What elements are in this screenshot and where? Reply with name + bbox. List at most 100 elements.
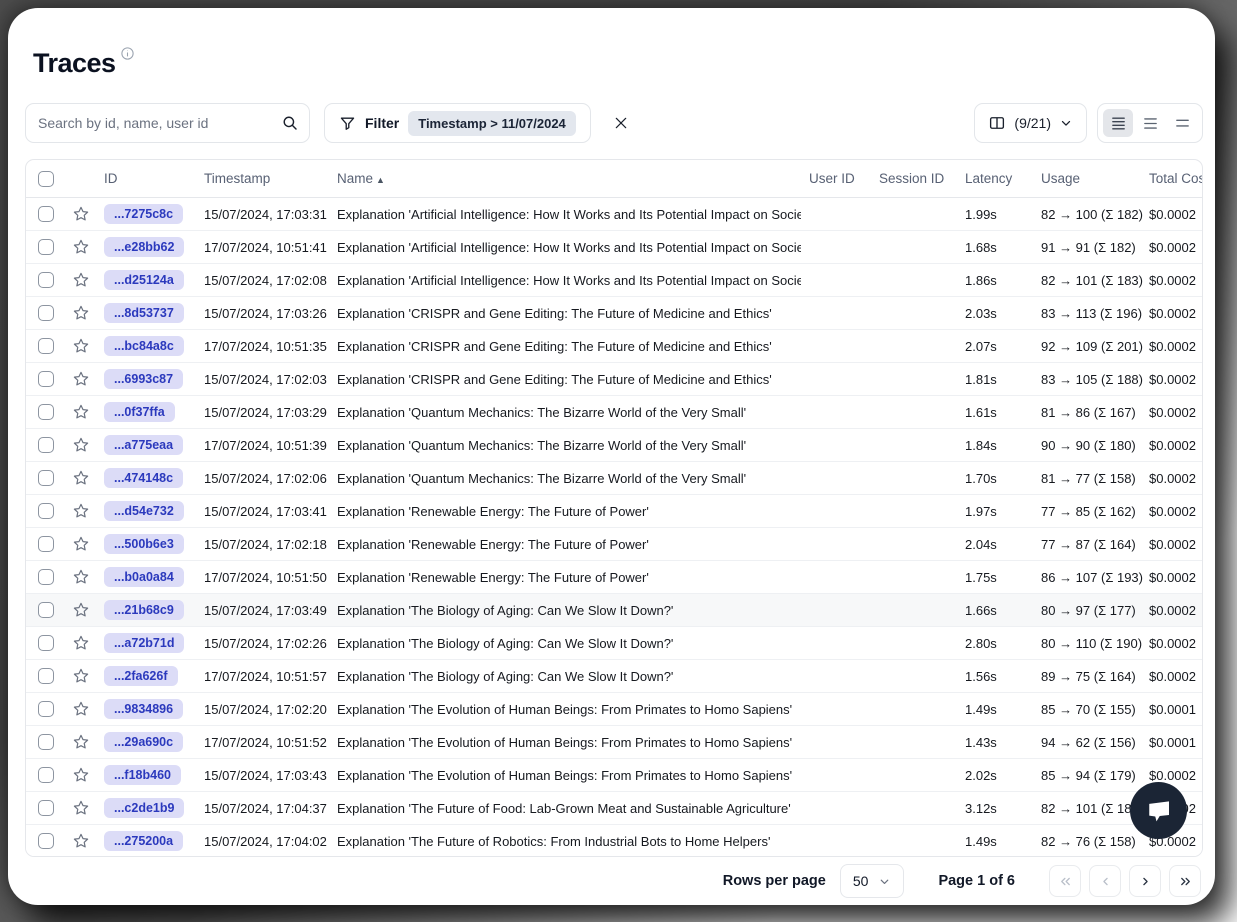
trace-id-badge[interactable]: ...8d53737 [104, 303, 184, 323]
chat-widget-button[interactable] [1130, 782, 1187, 839]
table-row[interactable]: ...c2de1b915/07/2024, 17:04:37Explanatio… [26, 792, 1202, 825]
row-checkbox[interactable] [38, 734, 54, 750]
select-all-checkbox[interactable] [38, 171, 54, 187]
column-header-latency[interactable]: Latency [957, 171, 1033, 186]
table-row[interactable]: ...983489615/07/2024, 17:02:20Explanatio… [26, 693, 1202, 726]
star-icon[interactable] [72, 700, 90, 718]
last-page-button[interactable] [1169, 865, 1201, 897]
table-row[interactable]: ...500b6e315/07/2024, 17:02:18Explanatio… [26, 528, 1202, 561]
trace-id-badge[interactable]: ...a775eaa [104, 435, 183, 455]
row-checkbox[interactable] [38, 767, 54, 783]
columns-visibility-button[interactable]: (9/21) [974, 103, 1087, 143]
first-page-button[interactable] [1049, 865, 1081, 897]
trace-id-badge[interactable]: ...275200a [104, 831, 183, 851]
filter-chip[interactable]: Timestamp > 11/07/2024 [408, 111, 576, 136]
table-row[interactable]: ...275200a15/07/2024, 17:04:02Explanatio… [26, 825, 1202, 857]
table-row[interactable]: ...8d5373715/07/2024, 17:03:26Explanatio… [26, 297, 1202, 330]
trace-id-badge[interactable]: ...21b68c9 [104, 600, 184, 620]
trace-id-badge[interactable]: ...6993c87 [104, 369, 183, 389]
search-icon[interactable] [281, 114, 299, 132]
row-checkbox[interactable] [38, 536, 54, 552]
column-header-timestamp[interactable]: Timestamp [196, 171, 331, 186]
star-icon[interactable] [72, 271, 90, 289]
column-header-user-id[interactable]: User ID [801, 171, 871, 186]
table-row[interactable]: ...f18b46015/07/2024, 17:03:43Explanatio… [26, 759, 1202, 792]
trace-id-badge[interactable]: ...c2de1b9 [104, 798, 184, 818]
star-icon[interactable] [72, 799, 90, 817]
row-height-medium-button[interactable] [1135, 109, 1165, 137]
row-checkbox[interactable] [38, 338, 54, 354]
star-icon[interactable] [72, 469, 90, 487]
row-checkbox[interactable] [38, 668, 54, 684]
star-icon[interactable] [72, 535, 90, 553]
row-checkbox[interactable] [38, 503, 54, 519]
filter-button[interactable]: Filter Timestamp > 11/07/2024 [324, 103, 591, 143]
trace-id-badge[interactable]: ...d54e732 [104, 501, 184, 521]
trace-id-badge[interactable]: ...0f37ffa [104, 402, 175, 422]
row-checkbox[interactable] [38, 239, 54, 255]
table-row[interactable]: ...21b68c915/07/2024, 17:03:49Explanatio… [26, 594, 1202, 627]
star-icon[interactable] [72, 733, 90, 751]
trace-id-badge[interactable]: ...f18b460 [104, 765, 181, 785]
table-row[interactable]: ...0f37ffa15/07/2024, 17:03:29Explanatio… [26, 396, 1202, 429]
column-header-name[interactable]: Name▲ [331, 171, 801, 186]
trace-id-badge[interactable]: ...b0a0a84 [104, 567, 184, 587]
trace-id-badge[interactable]: ...2fa626f [104, 666, 178, 686]
star-icon[interactable] [72, 370, 90, 388]
row-checkbox[interactable] [38, 701, 54, 717]
star-icon[interactable] [72, 337, 90, 355]
column-header-session-id[interactable]: Session ID [871, 171, 957, 186]
star-icon[interactable] [72, 667, 90, 685]
table-row[interactable]: ...e28bb6217/07/2024, 10:51:41Explanatio… [26, 231, 1202, 264]
row-height-small-button[interactable] [1103, 109, 1133, 137]
star-icon[interactable] [72, 766, 90, 784]
row-checkbox[interactable] [38, 404, 54, 420]
row-checkbox[interactable] [38, 635, 54, 651]
info-icon[interactable] [120, 46, 135, 66]
trace-id-badge[interactable]: ...7275c8c [104, 204, 183, 224]
table-row[interactable]: ...474148c15/07/2024, 17:02:06Explanatio… [26, 462, 1202, 495]
table-row[interactable]: ...a72b71d15/07/2024, 17:02:26Explanatio… [26, 627, 1202, 660]
star-icon[interactable] [72, 205, 90, 223]
star-icon[interactable] [72, 568, 90, 586]
trace-id-badge[interactable]: ...bc84a8c [104, 336, 184, 356]
row-checkbox[interactable] [38, 602, 54, 618]
row-checkbox[interactable] [38, 470, 54, 486]
trace-id-badge[interactable]: ...474148c [104, 468, 183, 488]
star-icon[interactable] [72, 238, 90, 256]
rows-per-page-select[interactable]: 50 [840, 864, 905, 898]
trace-id-badge[interactable]: ...a72b71d [104, 633, 184, 653]
trace-id-badge[interactable]: ...e28bb62 [104, 237, 184, 257]
table-row[interactable]: ...29a690c17/07/2024, 10:51:52Explanatio… [26, 726, 1202, 759]
star-icon[interactable] [72, 634, 90, 652]
row-checkbox[interactable] [38, 305, 54, 321]
star-icon[interactable] [72, 403, 90, 421]
star-icon[interactable] [72, 436, 90, 454]
star-icon[interactable] [72, 304, 90, 322]
table-row[interactable]: ...7275c8c15/07/2024, 17:03:31Explanatio… [26, 198, 1202, 231]
row-checkbox[interactable] [38, 437, 54, 453]
trace-id-badge[interactable]: ...500b6e3 [104, 534, 184, 554]
table-row[interactable]: ...6993c8715/07/2024, 17:02:03Explanatio… [26, 363, 1202, 396]
row-checkbox[interactable] [38, 371, 54, 387]
row-checkbox[interactable] [38, 800, 54, 816]
search-input[interactable] [38, 115, 281, 131]
row-checkbox[interactable] [38, 833, 54, 849]
table-row[interactable]: ...bc84a8c17/07/2024, 10:51:35Explanatio… [26, 330, 1202, 363]
column-header-total-cost[interactable]: Total Cost [1145, 171, 1203, 186]
star-icon[interactable] [72, 601, 90, 619]
column-header-usage[interactable]: Usage [1033, 171, 1145, 186]
trace-id-badge[interactable]: ...29a690c [104, 732, 183, 752]
trace-id-badge[interactable]: ...9834896 [104, 699, 183, 719]
row-checkbox[interactable] [38, 206, 54, 222]
row-height-large-button[interactable] [1167, 109, 1197, 137]
previous-page-button[interactable] [1089, 865, 1121, 897]
next-page-button[interactable] [1129, 865, 1161, 897]
row-checkbox[interactable] [38, 569, 54, 585]
column-header-id[interactable]: ID [96, 171, 196, 186]
trace-id-badge[interactable]: ...d25124a [104, 270, 184, 290]
row-checkbox[interactable] [38, 272, 54, 288]
table-row[interactable]: ...b0a0a8417/07/2024, 10:51:50Explanatio… [26, 561, 1202, 594]
clear-filter-button[interactable] [607, 109, 635, 137]
star-icon[interactable] [72, 502, 90, 520]
